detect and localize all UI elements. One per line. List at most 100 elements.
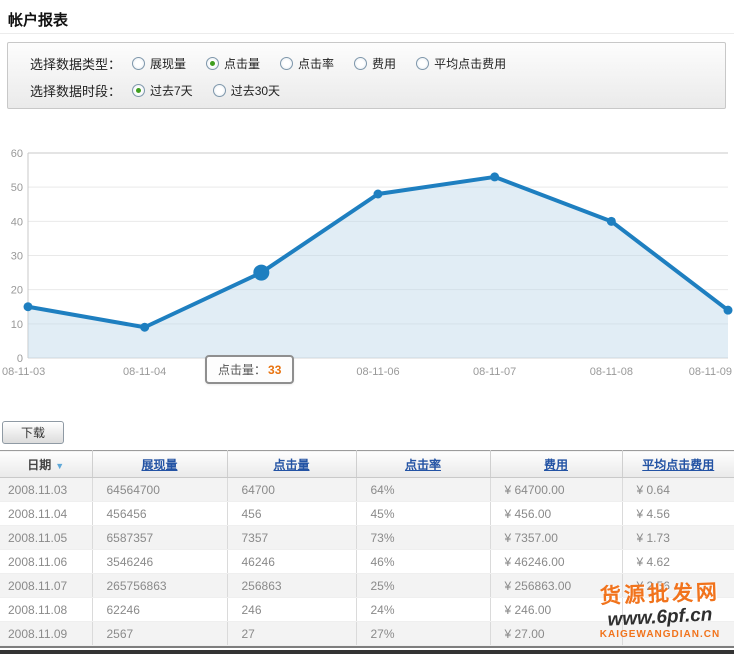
cell-cost: ¥ 456.00: [490, 502, 622, 526]
cell-ctr: 46%: [356, 550, 490, 574]
cell-date: 2008.11.04: [0, 502, 92, 526]
account-report-page: 帐户报表 选择数据类型： 展现量点击量点击率费用平均点击费用 选择数据时段： 过…: [0, 0, 734, 654]
radio-clicks[interactable]: 点击量: [206, 55, 260, 72]
data-point[interactable]: [374, 190, 383, 199]
cell-date: 2008.11.03: [0, 478, 92, 502]
table-row: 2008.11.0635462464624646%¥ 46246.00¥ 4.6…: [0, 550, 734, 574]
data-point[interactable]: [24, 302, 33, 311]
cell-impressions: 265756863: [92, 574, 227, 598]
cell-cost: ¥ 7357.00: [490, 526, 622, 550]
chart-tooltip-label: 点击量：: [218, 363, 266, 377]
col-header-label[interactable]: 费用: [544, 458, 568, 472]
cell-impressions: 3546246: [92, 550, 227, 574]
cell-clicks: 256863: [227, 574, 356, 598]
cell-cost: ¥ 27.00: [490, 622, 622, 646]
series-area-fill: [28, 177, 728, 358]
cell-cost: ¥ 256863.00: [490, 574, 622, 598]
data-point[interactable]: [140, 323, 149, 332]
radio-label: 费用: [372, 55, 396, 72]
cell-impressions: 6587357: [92, 526, 227, 550]
data-type-options: 展现量 点击量 点击率 费用 平均点击费用: [132, 55, 526, 72]
radio-impressions[interactable]: 展现量: [132, 55, 186, 72]
radio-ctr[interactable]: 点击率: [280, 55, 334, 72]
y-axis-label: 60: [11, 148, 23, 160]
y-axis-label: 30: [11, 251, 23, 263]
table-row: 2008.11.086224624624%¥ 246.00: [0, 598, 734, 622]
radio-icon: [280, 57, 293, 70]
radio-last-30-days[interactable]: 过去30天: [213, 82, 280, 99]
col-header-clicks[interactable]: 点击量: [227, 451, 356, 478]
sort-desc-icon: ▼: [55, 461, 64, 471]
cell-date: 2008.11.05: [0, 526, 92, 550]
cell-ctr: 64%: [356, 478, 490, 502]
col-header-label[interactable]: 展现量: [141, 458, 177, 472]
col-header-avg-click-cost[interactable]: 平均点击费用: [622, 451, 734, 478]
col-header-label: 日期: [27, 458, 51, 472]
cell-date: 2008.11.06: [0, 550, 92, 574]
data-point[interactable]: [490, 172, 499, 181]
cell-avg-click-cost: [622, 622, 734, 646]
cell-date: 2008.11.09: [0, 622, 92, 646]
cell-impressions: 2567: [92, 622, 227, 646]
col-header-date[interactable]: 日期 ▼: [0, 451, 92, 478]
cell-avg-click-cost: [622, 598, 734, 622]
data-type-label: 选择数据类型：: [30, 54, 126, 73]
radio-icon: [213, 84, 226, 97]
radio-icon: [206, 57, 219, 70]
cell-ctr: 27%: [356, 622, 490, 646]
x-axis-label: 08-11-07: [473, 366, 516, 378]
data-period-filter-row: 选择数据时段： 过去7天 过去30天: [30, 77, 725, 104]
col-header-label[interactable]: 平均点击费用: [642, 458, 714, 472]
y-axis-label: 40: [11, 216, 23, 228]
x-axis-label: 08-11-08: [590, 366, 633, 378]
radio-icon: [132, 84, 145, 97]
chart-tooltip-value: 33: [268, 363, 281, 377]
trend-chart-svg: 010203040506008-11-0308-11-0408-11-0508-…: [0, 140, 734, 390]
col-header-label[interactable]: 点击量: [273, 458, 309, 472]
radio-label: 展现量: [150, 55, 186, 72]
bottom-edge-bar: [0, 650, 734, 654]
cell-ctr: 45%: [356, 502, 490, 526]
cell-clicks: 46246: [227, 550, 356, 574]
y-axis-label: 10: [11, 319, 23, 331]
y-axis-label: 20: [11, 285, 23, 297]
radio-last-7-days[interactable]: 过去7天: [132, 82, 193, 99]
filter-panel: 选择数据类型： 展现量 点击量 点击率 费用 平均点击费用 选择数据时段： 过去7天 过去…: [7, 42, 726, 109]
cell-avg-click-cost: ¥ 4.62: [622, 550, 734, 574]
radio-icon: [132, 57, 145, 70]
trend-chart: 010203040506008-11-0308-11-0408-11-0508-…: [0, 140, 734, 390]
col-header-cost[interactable]: 费用: [490, 451, 622, 478]
data-point-selected[interactable]: [253, 265, 269, 281]
report-table-wrap: 日期▼展现量点击量点击率费用平均点击费用 2008.11.03645647006…: [0, 450, 734, 648]
page-title: 帐户报表: [8, 9, 68, 30]
cell-date: 2008.11.08: [0, 598, 92, 622]
cell-ctr: 73%: [356, 526, 490, 550]
x-axis-label: 08-11-03: [2, 366, 45, 378]
col-header-impressions[interactable]: 展现量: [92, 451, 227, 478]
cell-avg-click-cost: ¥ 4.56: [622, 502, 734, 526]
table-row: 2008.11.0445645645645%¥ 456.00¥ 4.56: [0, 502, 734, 526]
radio-avg-click-cost[interactable]: 平均点击费用: [416, 55, 506, 72]
radio-label: 平均点击费用: [434, 55, 506, 72]
radio-cost[interactable]: 费用: [354, 55, 396, 72]
chart-tooltip: 点击量：33: [205, 355, 294, 384]
col-header-ctr[interactable]: 点击率: [356, 451, 490, 478]
report-table: 日期▼展现量点击量点击率费用平均点击费用 2008.11.03645647006…: [0, 450, 734, 646]
table-row: 2008.11.0726575686325686325%¥ 256863.00¥…: [0, 574, 734, 598]
radio-label: 过去30天: [231, 82, 280, 99]
cell-clicks: 27: [227, 622, 356, 646]
cell-ctr: 25%: [356, 574, 490, 598]
download-button[interactable]: 下载: [2, 421, 64, 444]
col-header-label[interactable]: 点击率: [405, 458, 441, 472]
radio-label: 过去7天: [150, 82, 193, 99]
data-period-label: 选择数据时段：: [30, 81, 126, 100]
data-point[interactable]: [607, 217, 616, 226]
radio-icon: [416, 57, 429, 70]
radio-label: 点击率: [298, 55, 334, 72]
cell-cost: ¥ 46246.00: [490, 550, 622, 574]
data-point[interactable]: [724, 306, 733, 315]
cell-impressions: 62246: [92, 598, 227, 622]
y-axis-label: 0: [17, 353, 23, 365]
cell-impressions: 456456: [92, 502, 227, 526]
cell-cost: ¥ 246.00: [490, 598, 622, 622]
